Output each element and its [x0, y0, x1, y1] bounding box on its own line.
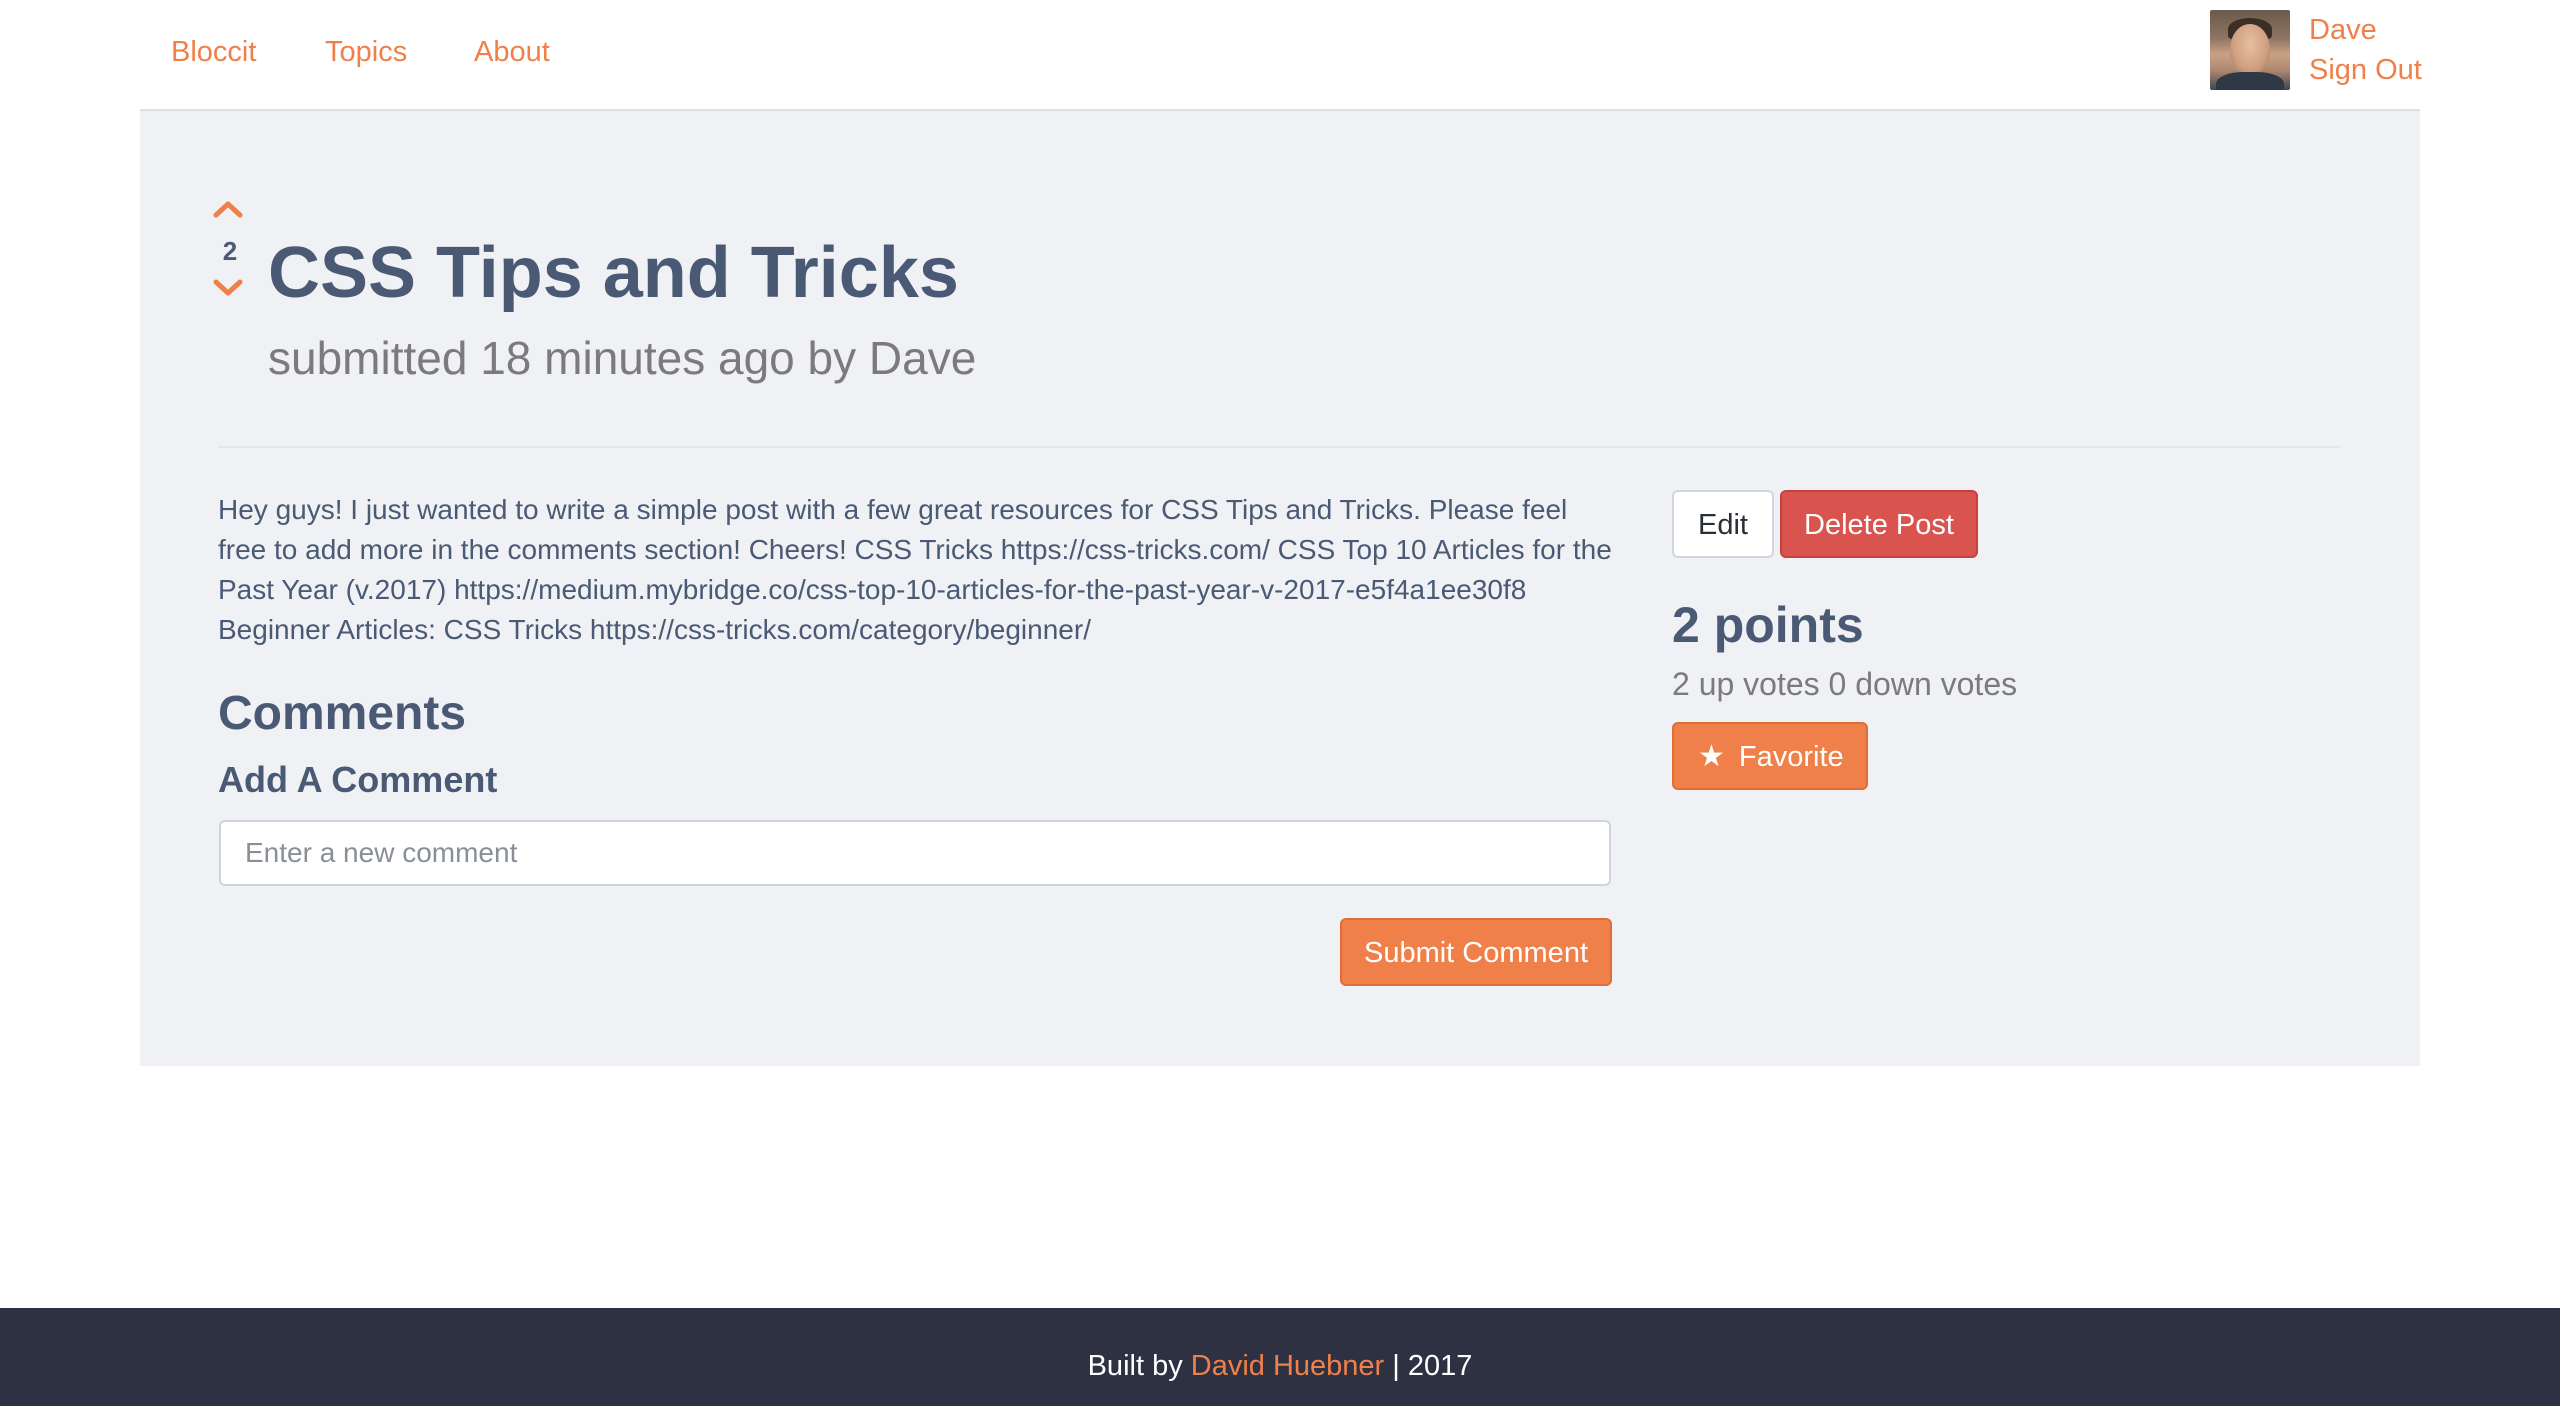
top-navbar: Bloccit Topics About Dave Sign Out: [0, 0, 2560, 110]
section-divider: [218, 446, 2340, 448]
nav-sign-out-link[interactable]: Sign Out: [2309, 52, 2422, 88]
nav-link-about[interactable]: About: [474, 34, 550, 70]
avatar-face: [2230, 24, 2270, 74]
chevron-up-icon[interactable]: [212, 196, 244, 220]
vote-count: 2: [222, 236, 238, 266]
footer-author-link[interactable]: David Huebner: [1191, 1350, 1384, 1382]
nav-brand-link[interactable]: Bloccit: [171, 34, 256, 70]
votes-detail: 2 up votes 0 down votes: [1672, 666, 2018, 702]
nav-user-name-link[interactable]: Dave: [2309, 12, 2377, 48]
avatar-shirt: [2216, 72, 2284, 90]
post-title: CSS Tips and Tricks: [268, 233, 959, 313]
page-footer: Built by David Huebner | 2017: [0, 1308, 2560, 1406]
footer-suffix: | 2017: [1384, 1350, 1473, 1382]
post-body: Hey guys! I just wanted to write a simpl…: [218, 494, 1612, 645]
post-meta: submitted 18 minutes ago by Dave: [268, 332, 977, 384]
add-comment-heading: Add A Comment: [218, 759, 498, 800]
comments-heading: Comments: [218, 687, 467, 740]
footer-text: Built by David Huebner | 2017: [0, 1348, 2560, 1384]
favorite-label: Favorite: [1738, 741, 1844, 773]
footer-prefix: Built by: [1087, 1350, 1191, 1382]
user-avatar[interactable]: [2210, 10, 2290, 90]
comment-input[interactable]: [219, 820, 1611, 886]
submit-comment-button[interactable]: Submit Comment: [1340, 918, 1612, 986]
star-icon: ★: [1698, 740, 1725, 773]
delete-post-button[interactable]: Delete Post: [1780, 490, 1978, 558]
points-total: 2 points: [1672, 597, 1864, 653]
nav-link-topics[interactable]: Topics: [325, 34, 407, 70]
favorite-button[interactable]: ★ Favorite: [1672, 722, 1868, 790]
edit-post-button[interactable]: Edit: [1672, 490, 1774, 558]
chevron-down-icon[interactable]: [212, 276, 244, 300]
